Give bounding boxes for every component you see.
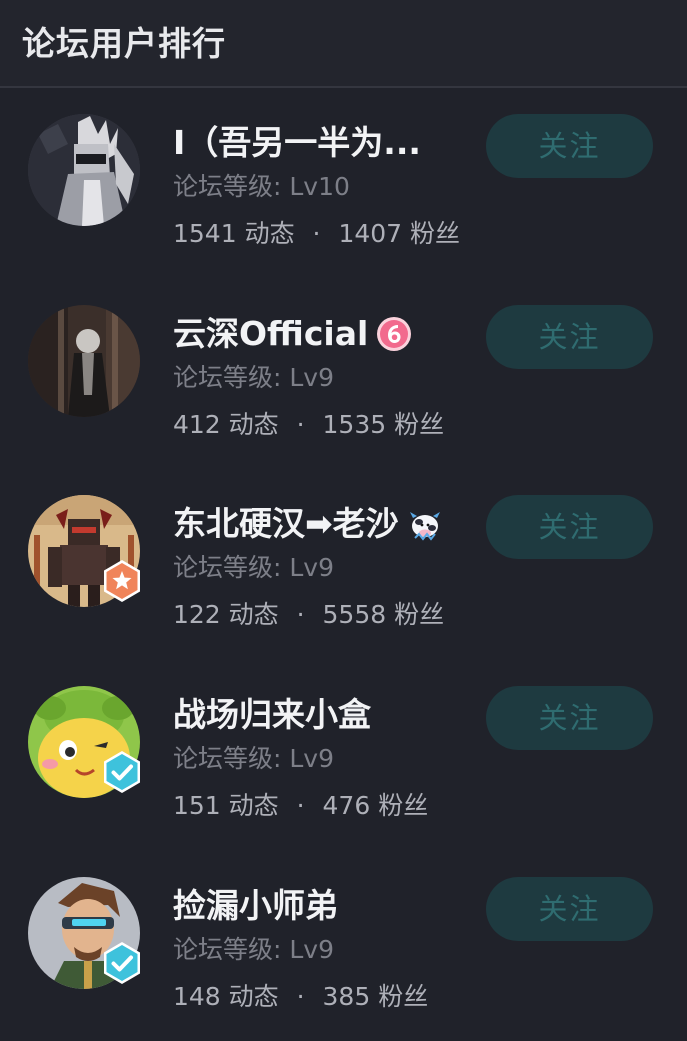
post-count: 151 动态 [173,791,279,820]
user-row[interactable]: 捡漏小师弟 论坛等级: Lv9 148 动态 · 385 粉丝 关注 [0,877,687,1041]
user-name[interactable]: 捡漏小师弟 [173,883,338,929]
user-stats: 148 动态 · 385 粉丝 [173,980,428,1014]
avatar-wrap[interactable] [28,877,140,989]
user-stats: 412 动态 · 1535 粉丝 [173,408,444,442]
page-header: 论坛用户排行 [0,0,687,88]
fan-count: 5558 粉丝 [322,600,445,629]
user-stats: 151 动态 · 476 粉丝 [173,789,428,823]
fan-count: 385 粉丝 [322,982,429,1011]
user-name[interactable]: 云深Official [173,311,368,357]
stats-separator: · [296,982,305,1011]
cow-emoji-icon [407,506,443,542]
user-row[interactable]: I（吾另一半为... 论坛等级: Lv10 1541 动态 · 1407 粉丝 … [0,114,687,304]
user-name[interactable]: 东北硬汉➡老沙 [173,501,399,547]
user-level: 论坛等级: Lv10 [173,172,350,201]
level-6-icon [376,316,412,352]
avatar[interactable] [28,114,140,226]
user-name[interactable]: 战场归来小盒 [173,692,371,738]
follow-button[interactable]: 关注 [486,114,653,178]
user-name-line: I（吾另一半为... [173,120,421,166]
stats-separator: · [296,410,305,439]
avatar-wrap[interactable] [28,305,140,417]
post-count: 412 动态 [173,410,279,439]
forum-user-ranking-page: 论坛用户排行 I（吾另一半为... 论坛等级: Lv10 1541 动态 · 1… [0,0,687,1041]
stats-separator: · [296,600,305,629]
fan-count: 1407 粉丝 [338,219,461,248]
user-row[interactable]: 战场归来小盒 论坛等级: Lv9 151 动态 · 476 粉丝 关注 [0,686,687,876]
avatar-wrap[interactable] [28,495,140,607]
avatar-wrap[interactable] [28,686,140,798]
follow-button[interactable]: 关注 [486,686,653,750]
post-count: 122 动态 [173,600,279,629]
user-name-line: 东北硬汉➡老沙 [173,501,443,547]
stats-separator: · [312,219,321,248]
user-name-line: 战场归来小盒 [173,692,371,738]
user-stats: 1541 动态 · 1407 粉丝 [173,217,460,251]
fan-count: 1535 粉丝 [322,410,445,439]
verified-check-icon [100,941,144,985]
user-row[interactable]: 云深Official 论坛等级: Lv9 412 动态 · 1535 粉丝 关注 [0,305,687,495]
user-row[interactable]: 东北硬汉➡老沙 论坛等级: Lv9 122 动态 · 5558 粉丝 关注 [0,495,687,685]
user-stats: 122 动态 · 5558 粉丝 [173,598,444,632]
star-badge-icon [100,559,144,603]
user-name[interactable]: I（吾另一半为... [173,120,421,166]
user-name-line: 捡漏小师弟 [173,883,338,929]
verified-check-icon [100,750,144,794]
follow-button[interactable]: 关注 [486,305,653,369]
avatar[interactable] [28,305,140,417]
user-level: 论坛等级: Lv9 [173,363,334,392]
user-name-line: 云深Official [173,311,412,357]
user-level: 论坛等级: Lv9 [173,553,334,582]
avatar-wrap[interactable] [28,114,140,226]
post-count: 148 动态 [173,982,279,1011]
follow-button[interactable]: 关注 [486,495,653,559]
stats-separator: · [296,791,305,820]
fan-count: 476 粉丝 [322,791,429,820]
post-count: 1541 动态 [173,219,295,248]
user-level: 论坛等级: Lv9 [173,935,334,964]
page-title: 论坛用户排行 [22,24,226,63]
follow-button[interactable]: 关注 [486,877,653,941]
user-level: 论坛等级: Lv9 [173,744,334,773]
